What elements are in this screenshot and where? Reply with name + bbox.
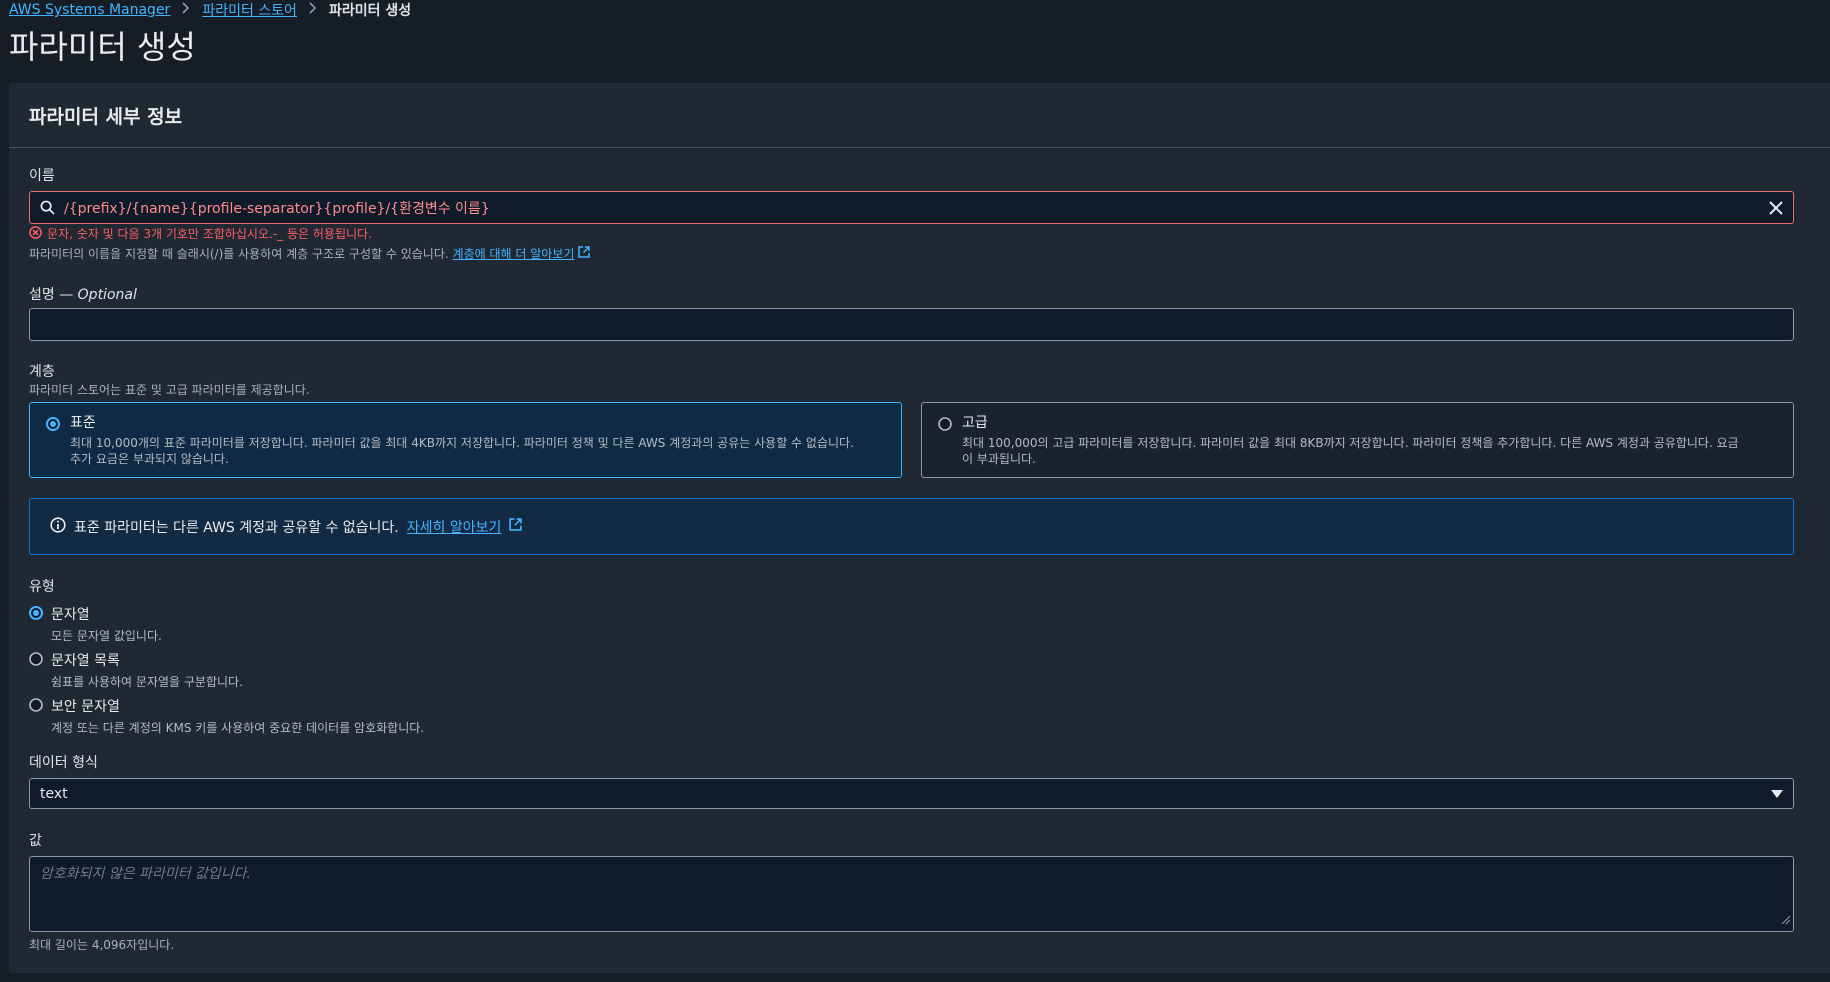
external-link-icon <box>578 246 590 261</box>
value-hint: 최대 길이는 4,096자입니다. <box>29 938 175 952</box>
radio-unselected-icon[interactable] <box>29 697 43 736</box>
tier-standard-title: 표준 <box>70 415 96 431</box>
tier-advanced-title: 고급 <box>962 415 988 431</box>
tier-standard-desc: 최대 10,000개의 표준 파라미터를 저장합니다. 파라미터 값을 최대 4… <box>70 436 854 450</box>
name-input[interactable]: /{prefix}/{name}{profile-separator}{prof… <box>29 191 1794 224</box>
name-label: 이름 <box>29 168 55 184</box>
type-string-list-title: 문자열 목록 <box>51 653 120 669</box>
type-secure-string-title: 보안 문자열 <box>51 699 120 715</box>
name-hint: 파라미터의 이름을 지정할 때 슬래시(/)를 사용하여 계층 구조로 구성할 … <box>29 245 590 262</box>
radio-unselected-icon[interactable] <box>29 651 43 690</box>
info-text: 표준 파라미터는 다른 AWS 계정과 공유할 수 없습니다. <box>74 519 399 536</box>
tier-advanced-desc-2: 이 부과됩니다. <box>962 452 1036 466</box>
tier-advanced-tile[interactable]: 고급 최대 100,000의 고급 파라미터를 저장합니다. 파라미터 값을 최… <box>921 402 1794 478</box>
radio-unselected-icon[interactable] <box>938 416 952 435</box>
info-alert: 표준 파라미터는 다른 AWS 계정과 공유할 수 없습니다. 자세히 알아보기 <box>29 498 1794 555</box>
data-format-select[interactable]: text <box>29 778 1794 809</box>
name-error: 문자, 숫자 및 다음 3개 기호만 조합하십시오.-_ 등은 허용됩니다. <box>29 225 372 242</box>
value-textarea[interactable]: 암호화되지 않은 파라미터 값입니다. <box>29 856 1794 932</box>
type-secure-string-desc: 계정 또는 다른 계정의 KMS 키를 사용하여 중요한 데이터를 암호화합니다… <box>51 721 425 735</box>
tier-label: 계층 <box>29 364 55 380</box>
chevron-right-icon <box>182 2 190 18</box>
name-error-text: 문자, 숫자 및 다음 3개 기호만 조합하십시오.-_ 등은 허용됩니다. <box>47 227 372 241</box>
hierarchy-learn-more-link[interactable]: 계층에 대해 더 알아보기 <box>453 247 575 261</box>
breadcrumb-systems-manager[interactable]: AWS Systems Manager <box>9 2 170 18</box>
panel-header: 파라미터 세부 정보 <box>9 83 1830 148</box>
data-format-label: 데이터 형식 <box>29 755 98 771</box>
type-string-desc: 모든 문자열 값입니다. <box>51 629 162 643</box>
search-icon <box>30 200 64 215</box>
type-string-list-desc: 쉼표를 사용하여 문자열을 구분합니다. <box>51 675 243 689</box>
radio-selected-icon[interactable] <box>29 605 43 644</box>
type-option-secure-string[interactable]: 보안 문자열 계정 또는 다른 계정의 KMS 키를 사용하여 중요한 데이터를… <box>29 696 424 736</box>
type-string-title: 문자열 <box>51 607 90 623</box>
radio-selected-icon[interactable] <box>46 416 60 435</box>
name-hint-text: 파라미터의 이름을 지정할 때 슬래시(/)를 사용하여 계층 구조로 구성할 … <box>29 247 449 261</box>
tier-standard-desc-2: 추가 요금은 부과되지 않습니다. <box>70 452 229 466</box>
tier-standard-tile[interactable]: 표준 최대 10,000개의 표준 파라미터를 저장합니다. 파라미터 값을 최… <box>29 402 902 478</box>
caret-down-icon <box>1771 786 1783 802</box>
breadcrumb: AWS Systems Manager 파라미터 스토어 파라미터 생성 <box>9 0 411 20</box>
type-label: 유형 <box>29 579 55 595</box>
parameter-details-panel: 파라미터 세부 정보 이름 /{prefix}/{name}{profile-s… <box>9 83 1830 973</box>
value-label: 값 <box>29 833 42 849</box>
clear-icon[interactable] <box>1759 200 1793 215</box>
description-label: 설명 — Optional <box>29 287 137 303</box>
description-input[interactable] <box>29 308 1794 341</box>
panel-title: 파라미터 세부 정보 <box>29 105 183 128</box>
error-icon <box>29 225 42 242</box>
type-option-string-list[interactable]: 문자열 목록 쉼표를 사용하여 문자열을 구분합니다. <box>29 650 243 690</box>
name-input-value[interactable]: /{prefix}/{name}{profile-separator}{prof… <box>64 198 1759 218</box>
external-link-icon <box>509 518 523 535</box>
type-option-string[interactable]: 문자열 모든 문자열 값입니다. <box>29 604 162 644</box>
data-format-value: text <box>40 785 68 802</box>
breadcrumb-parameter-store[interactable]: 파라미터 스토어 <box>202 0 297 20</box>
resize-handle-icon[interactable] <box>1781 913 1791 929</box>
page-title: 파라미터 생성 <box>9 28 196 66</box>
value-placeholder: 암호화되지 않은 파라미터 값입니다. <box>40 866 251 882</box>
tier-hint: 파라미터 스토어는 표준 및 고급 파라미터를 제공합니다. <box>29 383 310 397</box>
info-learn-more-link[interactable]: 자세히 알아보기 <box>407 517 502 537</box>
info-icon <box>50 516 66 537</box>
breadcrumb-current: 파라미터 생성 <box>328 3 412 19</box>
chevron-right-icon <box>309 2 317 18</box>
tier-advanced-desc: 최대 100,000의 고급 파라미터를 저장합니다. 파라미터 값을 최대 8… <box>962 436 1739 450</box>
